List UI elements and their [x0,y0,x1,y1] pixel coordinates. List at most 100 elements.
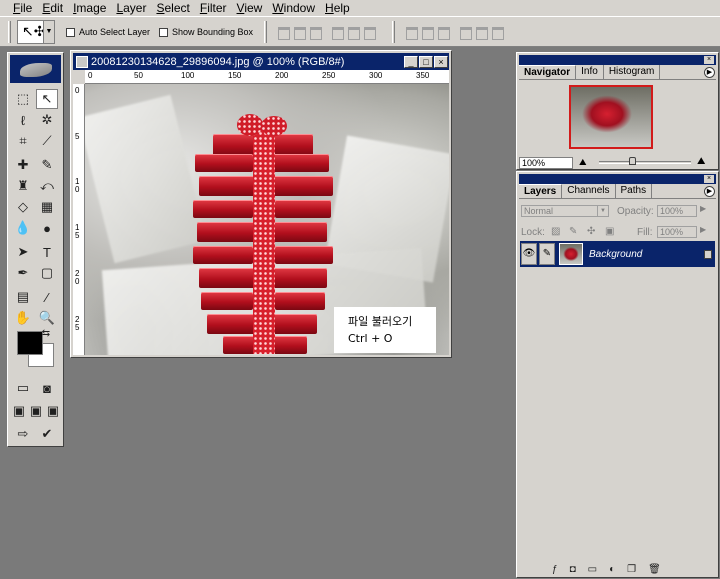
add-mask-icon[interactable]: ◘ [570,564,576,575]
menu-select[interactable]: Select [151,0,194,16]
path-selection-tool-icon[interactable]: ➤ [12,242,34,262]
hand-tool-icon[interactable]: ✋ [12,308,34,328]
shape-tool-icon[interactable]: ▢ [36,263,58,283]
layer-name[interactable]: Background [589,249,704,260]
align-vcenter-icon[interactable] [292,24,306,40]
checkmark-icon[interactable]: ✔ [36,424,58,444]
adjustment-layer-icon[interactable]: ◐ [609,564,615,575]
lasso-tool-icon[interactable]: ℓ [12,110,34,130]
zoom-input[interactable]: 100% [519,157,573,169]
screen-mode-standard-icon[interactable]: ▣ [10,401,28,421]
document-title-bar[interactable]: 20081230134628_29896094.jpg @ 100% (RGB/… [73,53,449,70]
zoom-slider-handle[interactable] [629,157,636,165]
brush-icon[interactable]: ✎ [539,243,555,265]
tab-navigator[interactable]: Navigator [519,65,577,79]
new-layer-icon[interactable]: ❐ [627,564,636,575]
align-right-icon[interactable] [362,24,376,40]
navigator-panel-header[interactable]: × [519,55,716,65]
layers-panel-header[interactable]: × [519,174,716,184]
quick-mask-mode-icon[interactable]: ◙ [36,378,58,398]
distribute-right-icon[interactable] [490,24,504,40]
eyedropper-tool-icon[interactable]: ⁄ [36,287,58,307]
menu-filter[interactable]: Filter [195,0,232,16]
eraser-tool-icon[interactable]: ◇ [12,197,34,217]
marquee-tool-icon[interactable]: ⬚ [12,89,34,109]
minimize-button[interactable]: _ [404,55,418,68]
distribute-bottom-icon[interactable] [436,24,450,40]
distribute-hcenter-icon[interactable] [474,24,488,40]
align-top-icon[interactable] [276,24,290,40]
close-icon[interactable]: × [704,56,714,64]
blur-tool-icon[interactable]: 💧 [12,218,34,238]
zoom-slider[interactable] [599,161,691,164]
lock-all-icon[interactable]: ▣ [605,226,614,237]
zoom-out-icon[interactable]: ⛰ [579,157,587,168]
close-icon[interactable]: × [704,175,714,183]
move-tool-icon[interactable]: ↖ [36,89,58,109]
menu-edit[interactable]: Edit [37,0,68,16]
gradient-tool-icon[interactable]: ▦ [36,197,58,217]
panel-menu-icon[interactable]: ▶ [704,67,715,78]
menu-view[interactable]: View [232,0,268,16]
distribute-top-icon[interactable] [404,24,418,40]
notes-tool-icon[interactable]: ▤ [12,287,34,307]
screen-mode-full-menu-icon[interactable]: ▣ [27,401,45,421]
zoom-tool-icon[interactable]: 🔍 [36,308,58,328]
blend-mode-select[interactable]: Normal ▼ [521,205,609,217]
fill-input[interactable]: 100% [657,226,697,238]
navigator-thumbnail[interactable] [569,85,653,149]
opacity-input[interactable]: 100% [657,205,697,217]
tab-paths[interactable]: Paths [616,184,653,198]
menu-image[interactable]: Image [68,0,111,16]
checkbox-box[interactable] [159,27,168,37]
distribute-left-icon[interactable] [458,24,472,40]
checkbox-box[interactable] [66,27,75,37]
slice-tool-icon[interactable]: ⟋ [36,131,58,151]
brush-tool-icon[interactable]: ✎ [36,155,58,175]
toolbox-header[interactable] [10,55,61,83]
swap-colors-icon[interactable]: ⇆ [40,327,52,339]
tab-info[interactable]: Info [576,65,604,79]
layer-style-icon[interactable]: ƒ [552,564,558,575]
clone-stamp-tool-icon[interactable]: ♜ [12,176,34,196]
menu-file[interactable]: File [8,0,37,16]
opacity-arrow-icon[interactable]: ▶ [700,204,706,213]
tab-layers[interactable]: Layers [519,184,563,198]
distribute-vcenter-icon[interactable] [420,24,434,40]
options-grip[interactable] [8,21,11,43]
magic-wand-tool-icon[interactable]: ✲ [36,110,58,130]
new-set-icon[interactable]: ▭ [588,564,597,575]
lock-transparent-icon[interactable]: ▨ [551,226,560,237]
zoom-in-icon[interactable]: ⛰ [697,156,705,167]
align-bottom-icon[interactable] [308,24,322,40]
show-bounding-box-checkbox[interactable]: Show Bounding Box [159,27,253,37]
eye-icon[interactable]: 👁 [521,243,537,265]
fill-arrow-icon[interactable]: ▶ [700,225,706,234]
auto-select-layer-checkbox[interactable]: Auto Select Layer [66,27,150,37]
close-button[interactable]: × [434,55,448,68]
maximize-button[interactable]: □ [419,55,433,68]
crop-tool-icon[interactable]: ⌗ [12,131,34,151]
align-left-icon[interactable] [330,24,344,40]
screen-mode-full-icon[interactable]: ▣ [44,401,62,421]
tool-preset-picker[interactable]: ↖✣ ▼ [17,20,55,44]
healing-brush-tool-icon[interactable]: ✚ [12,155,34,175]
pen-tool-icon[interactable]: ✒ [12,263,34,283]
chevron-down-icon[interactable]: ▼ [43,21,54,43]
trash-icon[interactable]: 🗑 [648,564,661,575]
standard-mode-icon[interactable]: ▭ [12,378,34,398]
type-tool-icon[interactable]: T [36,242,58,262]
chevron-down-icon[interactable]: ▼ [597,206,608,216]
jump-to-imageready-icon[interactable]: ⇨ [12,424,34,444]
menu-layer[interactable]: Layer [111,0,151,16]
image-canvas[interactable]: 파일 불러오기 Ctrl + O [85,84,449,355]
lock-move-icon[interactable]: ✣ [587,226,595,237]
lock-paint-icon[interactable]: ✎ [569,226,577,237]
tab-channels[interactable]: Channels [562,184,616,198]
menu-window[interactable]: Window [267,0,320,16]
align-hcenter-icon[interactable] [346,24,360,40]
dodge-tool-icon[interactable]: ● [36,218,58,238]
history-brush-tool-icon[interactable]: ⤺ [36,176,58,196]
tab-histogram[interactable]: Histogram [604,65,661,79]
panel-menu-icon[interactable]: ▶ [704,186,715,197]
